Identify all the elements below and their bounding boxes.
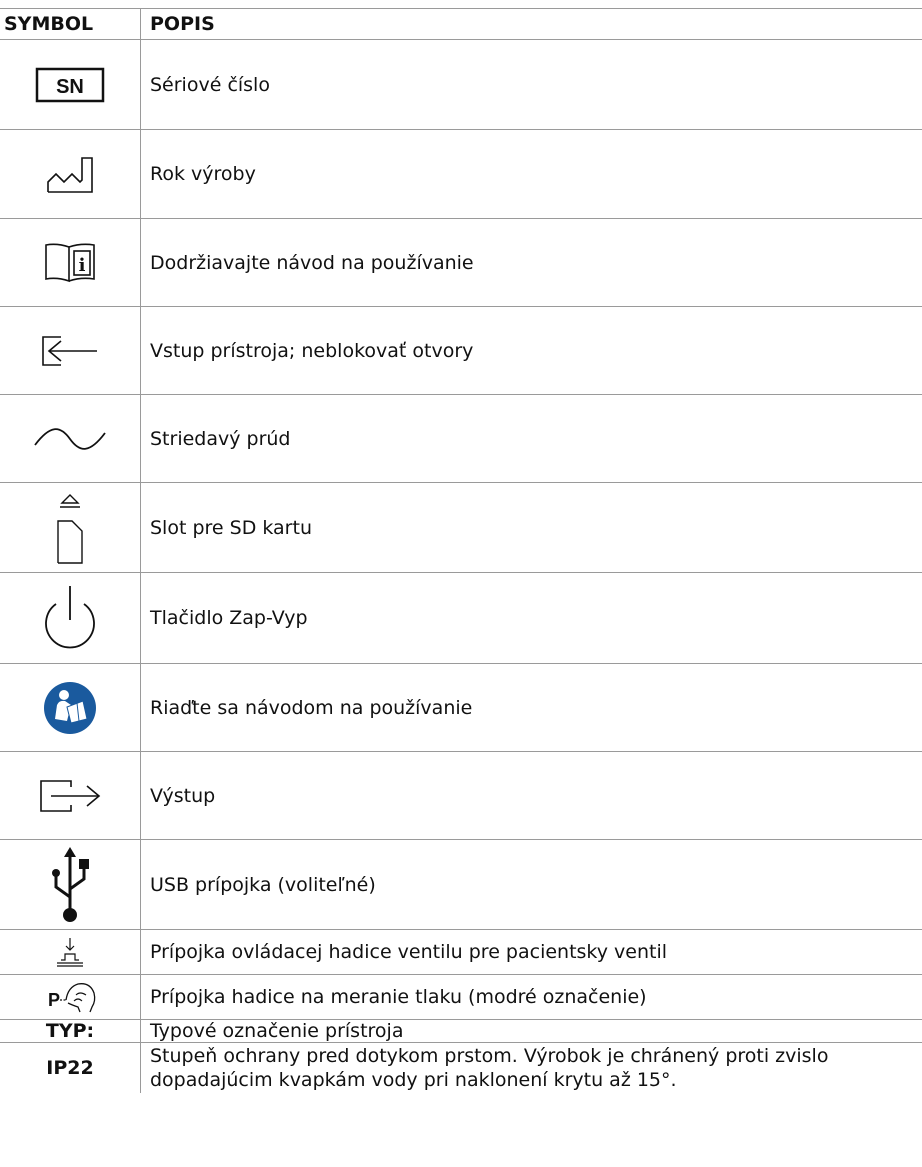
consult-instructions-icon: i (45, 243, 95, 282)
ip-rating-symbol: IP22 (0, 1042, 141, 1093)
serial-number-icon: SN (35, 67, 105, 102)
description-cell: Prípojka hadice na meranie tlaku (modré … (150, 986, 647, 1008)
description-cell: Striedavý prúd (150, 427, 291, 450)
description-cell: Riaďte sa návodom na používanie (150, 696, 473, 719)
symbol-table: SYMBOL POPIS SN Sériové číslo Rok výroby (0, 8, 922, 1093)
symbol-cell: SN (0, 39, 141, 130)
table-row: Prípojka ovládacej hadice ventilu pre pa… (0, 929, 922, 975)
type-symbol: TYP: (0, 1019, 141, 1043)
power-button-icon (45, 586, 95, 649)
header-description: POPIS (150, 13, 215, 35)
usb-icon (52, 846, 89, 922)
symbol-cell (0, 663, 141, 752)
description-cell: Výstup (150, 784, 216, 807)
symbol-cell: P (0, 974, 141, 1020)
table-row: Výstup (0, 751, 922, 840)
table-row: TYP: Typové označenie prístroja (0, 1019, 922, 1043)
description-cell: Sériové číslo (150, 73, 270, 96)
symbol-cell (0, 394, 141, 483)
valve-control-hose-icon (57, 938, 83, 967)
device-input-icon (42, 335, 97, 366)
description-cell: Typové označenie prístroja (150, 1020, 404, 1042)
output-icon (40, 779, 101, 812)
description-cell: Stupeň ochrany pred dotykom prstom. Výro… (150, 1044, 829, 1091)
table-header-row: SYMBOL POPIS (0, 8, 922, 40)
table-row: i Dodržiavajte návod na používanie (0, 218, 922, 307)
table-row: USB prípojka (voliteľné) (0, 839, 922, 930)
table-row: Tlačidlo Zap-Vyp (0, 572, 922, 664)
symbol-cell (0, 482, 141, 573)
pressure-hose-icon: P (48, 983, 96, 1013)
table-row: P Prípojka hadice na meranie tlaku (modr… (0, 974, 922, 1020)
table-row: IP22 Stupeň ochrany pred dotykom prstom.… (0, 1042, 922, 1093)
svg-text:i: i (79, 255, 86, 276)
symbol-cell (0, 306, 141, 395)
description-cell: Tlačidlo Zap-Vyp (150, 607, 308, 629)
symbol-cell (0, 129, 141, 219)
description-cell: Slot pre SD kartu (150, 516, 312, 539)
serial-number-label: SN (56, 76, 84, 98)
pressure-hose-label: P (48, 990, 60, 1010)
table-row: Riaďte sa návodom na používanie (0, 663, 922, 752)
table-row: Rok výroby (0, 129, 922, 219)
description-cell: Vstup prístroja; neblokovať otvory (150, 339, 474, 362)
description-cell: Dodržiavajte návod na používanie (150, 251, 474, 274)
table-row: Slot pre SD kartu (0, 482, 922, 573)
table-row: Vstup prístroja; neblokovať otvory (0, 306, 922, 395)
table-row: SN Sériové číslo (0, 39, 922, 130)
symbol-cell: i (0, 218, 141, 307)
follow-instructions-icon (44, 681, 96, 734)
description-cell: Rok výroby (150, 163, 256, 185)
symbol-cell (0, 751, 141, 840)
sd-card-slot-icon (57, 493, 83, 564)
symbol-cell (0, 839, 141, 930)
symbol-cell (0, 929, 141, 975)
table-row: Striedavý prúd (0, 394, 922, 483)
description-cell: USB prípojka (voliteľné) (150, 873, 376, 896)
symbol-cell (0, 572, 141, 664)
manufacture-date-icon (47, 157, 93, 193)
alternating-current-icon (34, 427, 106, 450)
header-symbol: SYMBOL (0, 8, 141, 40)
description-cell: Prípojka ovládacej hadice ventilu pre pa… (150, 941, 668, 963)
